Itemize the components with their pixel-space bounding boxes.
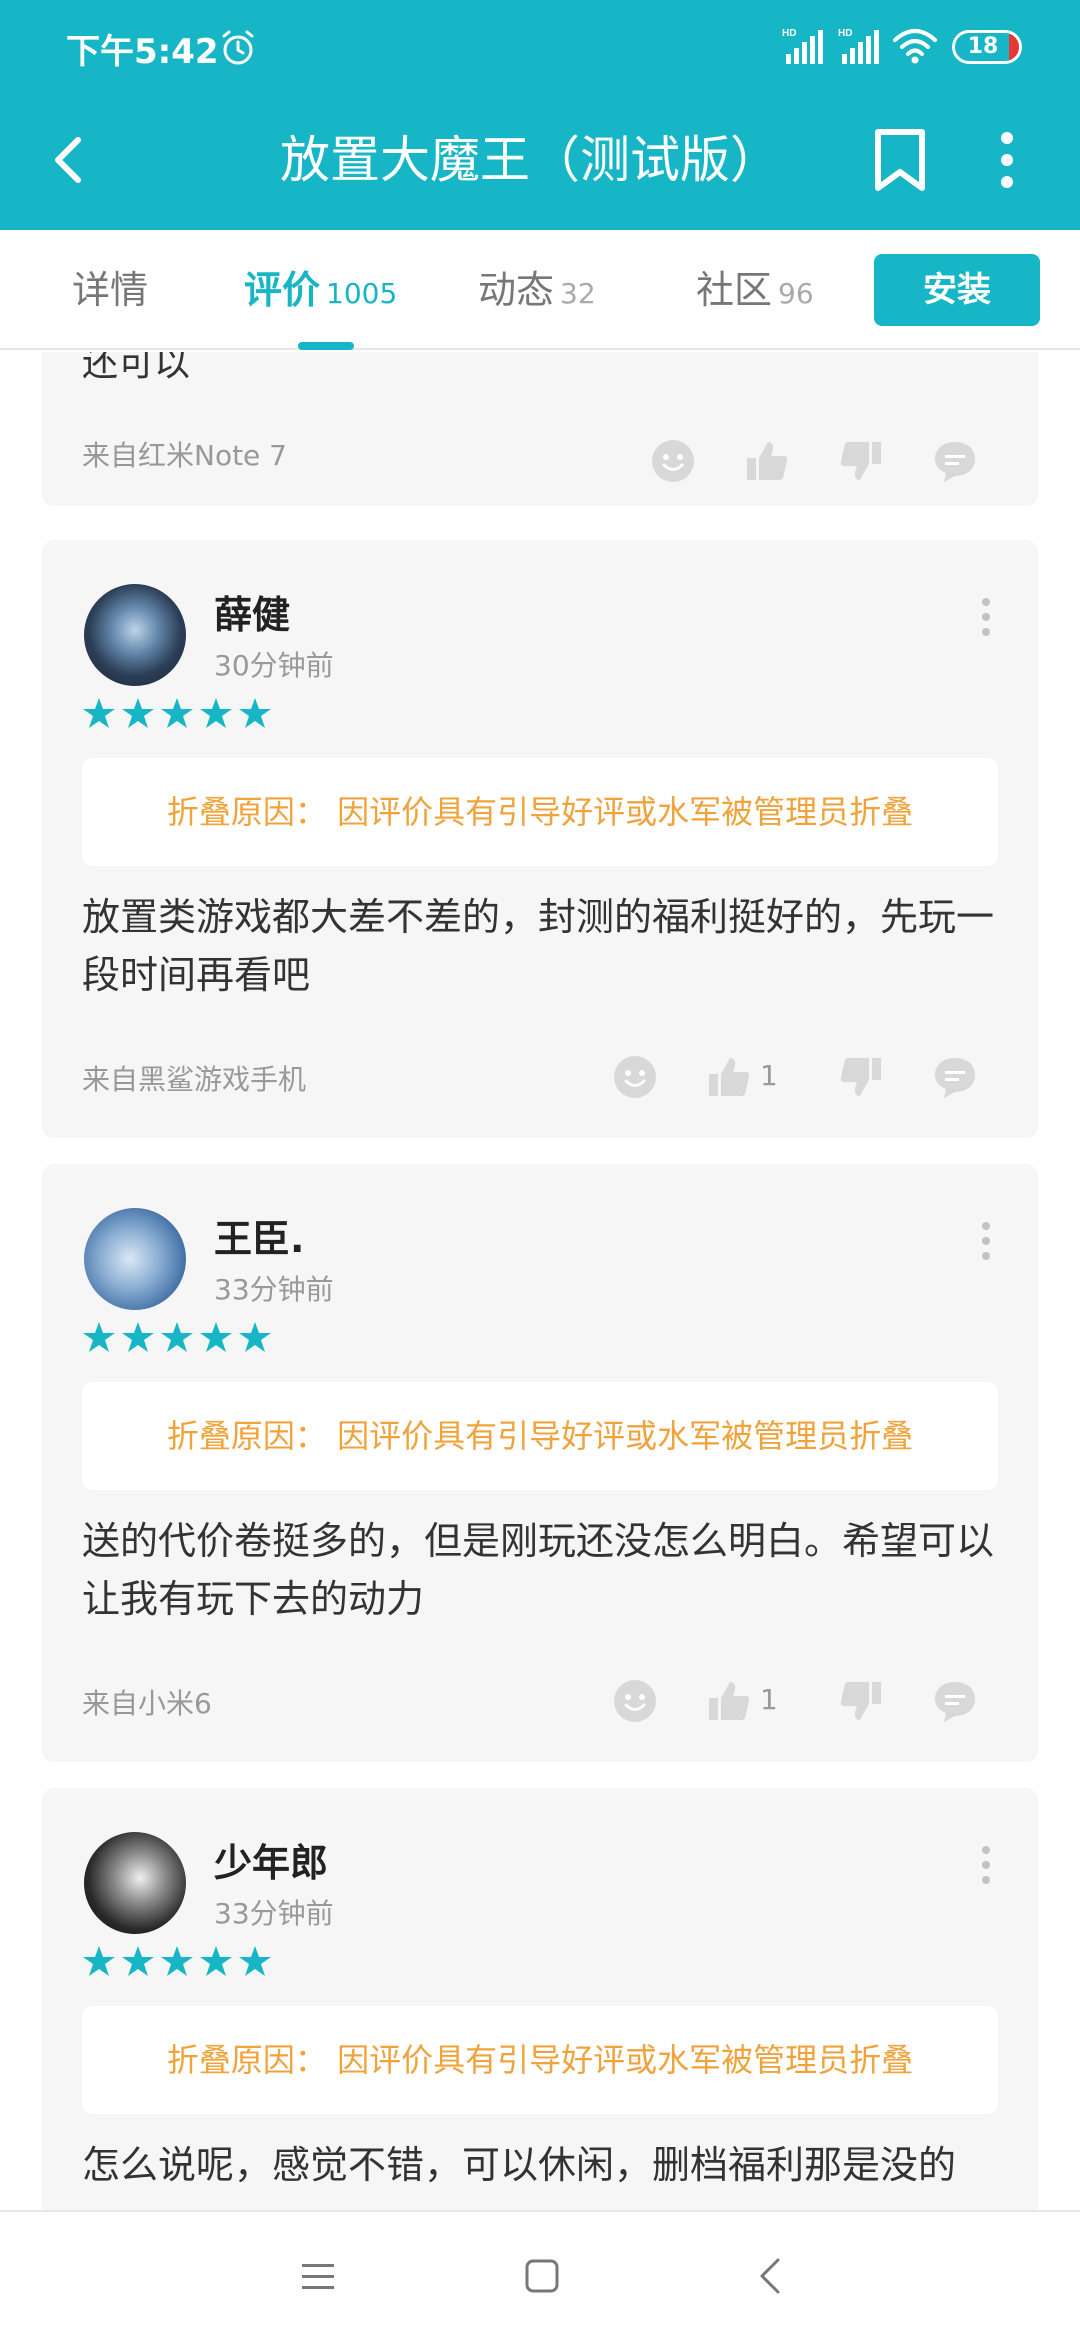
tab-activity[interactable]: 动态 32 [478,260,596,320]
review-time: 33分钟前 [214,1897,334,1930]
star-icon [200,1946,232,1976]
star-icon [239,1322,271,1352]
avatar[interactable] [84,1832,186,1934]
star-icon [122,698,154,728]
menu-icon[interactable] [300,2256,336,2296]
review-card: 薛健 30分钟前 折叠原因： 因评价具有引导好评或水军被管理员折叠 放置类游戏都… [42,540,1038,1138]
review-actions: 1 [612,1054,1012,1104]
status-time: 下午5:42 [66,32,219,72]
tab-count: 32 [560,277,596,310]
review-card: 还可以 来自红米Note 7 [42,352,1038,506]
more-vertical-icon[interactable] [974,592,998,642]
review-actions [650,438,1010,488]
page-title: 放置大魔王（测试版） [280,131,780,189]
hd-signal-icon: HD [782,28,823,64]
more-vertical-icon[interactable] [974,1840,998,1890]
review-username[interactable]: 少年郎 [214,1832,328,1887]
emoji-icon[interactable] [612,1054,658,1100]
alarm-icon [222,30,254,65]
star-icon [239,698,271,728]
star-icon [122,1322,154,1352]
review-text[interactable]: 怎么说呢，感觉不错，可以休闲，删档福利那是没的 [82,2136,998,2194]
star-icon [161,1946,193,1976]
star-icon [200,698,232,728]
avatar[interactable] [84,1208,186,1310]
comment-icon[interactable] [932,1678,978,1724]
battery-level: 18 [967,34,999,59]
like-count: 1 [760,1059,778,1092]
tab-bar: 详情 评价 1005 动态 32 社区 96 安装 [0,230,1080,350]
battery-icon: 18 [952,30,1022,64]
more-vertical-icon[interactable] [972,118,1042,202]
system-nav-bar [0,2210,1080,2340]
star-icon [83,698,115,728]
tab-community[interactable]: 社区 96 [696,260,814,320]
tab-label: 评价 [244,268,321,312]
star-icon [239,1946,271,1976]
thumbs-down-icon[interactable] [838,1054,884,1100]
tab-label: 社区 [696,268,773,312]
tab-label: 动态 [478,268,555,312]
star-rating [82,1944,277,1984]
back-button[interactable] [30,120,110,200]
emoji-icon[interactable] [612,1678,658,1724]
star-icon [83,1946,115,1976]
install-button[interactable]: 安装 [874,254,1040,326]
like-count: 1 [760,1683,778,1716]
thumbs-up-icon[interactable] [744,438,790,484]
comment-icon[interactable] [932,438,978,484]
review-list[interactable]: 还可以 来自红米Note 7 薛健 30分钟前 折叠原因： 因评价具有引导好评或… [0,352,1080,2210]
review-username[interactable]: 王臣. [214,1208,304,1263]
tab-label: 详情 [72,268,149,312]
active-tab-indicator [298,342,354,350]
star-icon [161,698,193,728]
thumbs-up-icon[interactable] [706,1054,752,1100]
avatar[interactable] [84,584,186,686]
svg-text:HD: HD [838,28,852,39]
fold-reason: 折叠原因： 因评价具有引导好评或水军被管理员折叠 [82,758,998,866]
status-bar: 下午5:42 HD HD 18 [0,0,1080,96]
thumbs-up-icon[interactable] [706,1678,752,1724]
review-text[interactable]: 放置类游戏都大差不差的，封测的福利挺好的，先玩一段时间再看吧 [82,888,998,1004]
tab-details[interactable]: 详情 [72,260,148,320]
svg-text:HD: HD [782,28,796,39]
star-icon [83,1322,115,1352]
thumbs-down-icon[interactable] [838,1678,884,1724]
bookmark-icon[interactable] [860,118,940,202]
thumbs-down-icon[interactable] [838,438,884,484]
tab-reviews[interactable]: 评价 1005 [244,260,397,320]
hd-signal-icon: HD [838,28,879,64]
star-icon [122,1946,154,1976]
emoji-icon[interactable] [650,438,696,484]
fold-reason: 折叠原因： 因评价具有引导好评或水军被管理员折叠 [82,2006,998,2114]
star-icon [161,1322,193,1352]
comment-icon[interactable] [932,1054,978,1100]
review-time: 30分钟前 [214,649,334,682]
battery-low-indicator [1009,33,1019,61]
review-text: 还可以 [82,352,191,384]
home-square-icon[interactable] [524,2256,560,2296]
tab-count: 96 [778,277,814,310]
back-triangle-icon[interactable] [752,2256,788,2296]
review-time: 33分钟前 [214,1273,334,1306]
review-card: 少年郎 33分钟前 折叠原因： 因评价具有引导好评或水军被管理员折叠 怎么说呢，… [42,1788,1038,2210]
star-rating [82,1320,277,1360]
review-username[interactable]: 薛健 [214,584,290,639]
app-bar: 放置大魔王（测试版） [0,96,1080,230]
star-rating [82,696,277,736]
review-device: 来自红米Note 7 [82,439,287,472]
review-device: 来自黑鲨游戏手机 [82,1063,307,1096]
app-header: 下午5:42 HD HD 18 放置大魔王（测试版） [0,0,1080,230]
review-actions: 1 [612,1678,1012,1728]
review-card: 王臣. 33分钟前 折叠原因： 因评价具有引导好评或水军被管理员折叠 送的代价卷… [42,1164,1038,1762]
tab-count: 1005 [326,277,398,310]
fold-reason: 折叠原因： 因评价具有引导好评或水军被管理员折叠 [82,1382,998,1490]
review-text[interactable]: 送的代价卷挺多的，但是刚玩还没怎么明白。希望可以让我有玩下去的动力 [82,1512,998,1628]
review-device: 来自小米6 [82,1687,212,1720]
wifi-icon [893,29,937,64]
star-icon [200,1322,232,1352]
more-vertical-icon[interactable] [974,1216,998,1266]
